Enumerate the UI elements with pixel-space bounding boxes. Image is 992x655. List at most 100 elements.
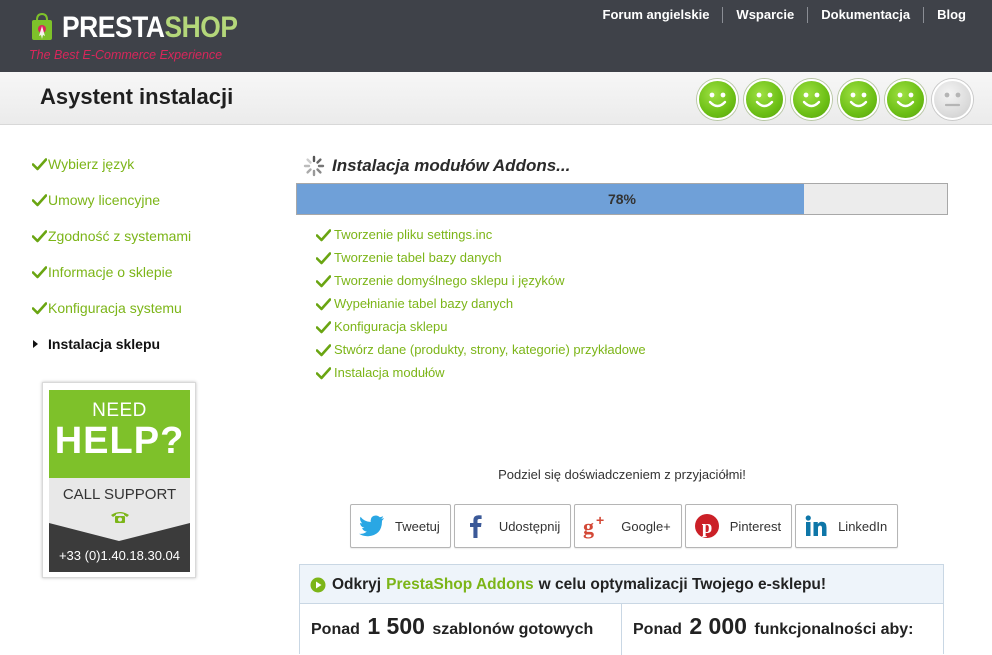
- nav-documentation[interactable]: Dokumentacja: [807, 7, 923, 23]
- task-item: Tworzenie pliku settings.inc: [316, 223, 646, 246]
- pinterest-icon: p: [694, 514, 719, 538]
- shopping-bag-icon: [32, 12, 52, 40]
- call-support-label: CALL SUPPORT: [62, 486, 177, 503]
- addons-promo-header: Odkryj PrestaShop Addons w celu optymali…: [310, 576, 826, 594]
- pinterest-label: Pinterest: [729, 518, 782, 534]
- checkmark-icon: [316, 366, 331, 379]
- step-item[interactable]: Konfiguracja systemu: [32, 290, 191, 326]
- twitter-icon: [359, 515, 384, 537]
- checkmark-icon: [32, 302, 47, 315]
- install-status-title: Instalacja modułów Addons...: [303, 155, 570, 177]
- step-label: Instalacja sklepu: [48, 336, 161, 352]
- nav-support[interactable]: Wsparcie: [722, 7, 807, 23]
- linkedin-icon: [805, 515, 827, 536]
- facebook-share-button[interactable]: Udostępnij: [453, 504, 572, 548]
- addons-templates-stat: Ponad 1 500 szablonów gotowych: [300, 604, 622, 655]
- step-item[interactable]: Wybierz język: [32, 146, 191, 182]
- page-title: Asystent instalacji: [40, 84, 234, 109]
- help-need-text: NEED: [92, 400, 147, 421]
- google-plus-label: Google+: [621, 518, 671, 534]
- chevron-divider: [49, 523, 190, 541]
- task-item: Instalacja modułów: [316, 361, 646, 384]
- step-item: Instalacja sklepu: [32, 326, 191, 362]
- checkmark-icon: [32, 194, 47, 207]
- addons-pre-text: Odkryj: [332, 576, 382, 593]
- checkmark-icon: [32, 158, 47, 171]
- install-status-text: Instalacja modułów Addons...: [332, 156, 571, 175]
- step-label: Konfiguracja systemu: [48, 300, 182, 316]
- task-label: Wypełnianie tabel bazy danych: [334, 296, 514, 311]
- facebook-icon: [469, 515, 482, 538]
- install-steps-nav: Wybierz język Umowy licencyjne Zgodność z …: [32, 146, 191, 362]
- help-title: HELP?: [54, 420, 185, 462]
- task-item: Stwórz dane (produkty, strony, kategorie…: [316, 338, 646, 361]
- task-item: Wypełnianie tabel bazy danych: [316, 292, 646, 315]
- step-item[interactable]: Umowy licencyjne: [32, 182, 191, 218]
- task-label: Instalacja modułów: [334, 365, 445, 380]
- checkmark-icon: [32, 266, 47, 279]
- top-nav: Forum angielskie Wsparcie Dokumentacja B…: [590, 7, 966, 23]
- happy-face-icon: [885, 79, 926, 120]
- help-box[interactable]: NEED HELP? CALL SUPPORT +33 (0)1.40.18.3…: [42, 382, 196, 578]
- nav-forum[interactable]: Forum angielskie: [590, 7, 723, 23]
- checkmark-icon: [316, 320, 331, 333]
- step-item[interactable]: Zgodność z systemami: [32, 218, 191, 254]
- tweet-label: Tweetuj: [395, 518, 440, 534]
- happy-face-icon: [697, 79, 738, 120]
- install-task-list: Tworzenie pliku settings.inc Tworzenie ta…: [316, 223, 646, 384]
- checkmark-icon: [316, 343, 331, 356]
- linkedin-label: LinkedIn: [838, 518, 888, 534]
- addons-post-text: w celu optymalizacji Twojego e-sklepu!: [538, 576, 827, 593]
- tweet-button[interactable]: Tweetuj: [350, 504, 451, 548]
- checkmark-icon: [316, 228, 331, 241]
- addons-link[interactable]: PrestaShop Addons: [386, 576, 534, 594]
- stat-post: szablonów gotowych: [432, 621, 594, 638]
- share-prompt: Podziel się doświadczeniem z przyjaciółm…: [498, 467, 746, 482]
- top-header: PRESTASHOP The Best E-Commerce Experienc…: [0, 0, 992, 72]
- task-item: Konfiguracja sklepu: [316, 315, 646, 338]
- stat-post: funkcjonalności aby:: [754, 621, 914, 638]
- loading-spinner-icon: [303, 155, 325, 177]
- help-banner: NEED HELP?: [49, 390, 190, 478]
- checkmark-icon: [316, 274, 331, 287]
- brand-tagline: The Best E-Commerce Experience: [29, 48, 223, 62]
- task-label: Konfiguracja sklepu: [334, 319, 448, 334]
- nav-blog[interactable]: Blog: [923, 7, 966, 23]
- svg-text:g: g: [583, 514, 594, 539]
- happy-face-icon: [838, 79, 879, 120]
- current-step-arrow-icon: [33, 340, 38, 348]
- play-circle-icon: [310, 577, 326, 593]
- progress-percent: 78%: [607, 191, 637, 207]
- step-label: Umowy licencyjne: [48, 192, 161, 208]
- stat-number: 1 500: [367, 613, 425, 639]
- step-progress-smileys: [697, 79, 973, 120]
- task-label: Stwórz dane (produkty, strony, kategorie…: [334, 342, 646, 357]
- task-item: Tworzenie tabel bazy danych: [316, 246, 646, 269]
- social-share-buttons: Tweetuj Udostępnij g + Google+ p Pinteres…: [350, 504, 899, 548]
- neutral-face-icon: [932, 79, 973, 120]
- addons-modules-stat: Ponad 2 000 funkcjonalności aby:: [622, 604, 943, 655]
- task-item: Tworzenie domyślnego sklepu i języków: [316, 269, 646, 292]
- brand-name: PRESTASHOP: [62, 11, 238, 44]
- google-plus-icon: g +: [583, 513, 604, 539]
- checkmark-icon: [32, 230, 47, 243]
- task-label: Tworzenie tabel bazy danych: [334, 250, 502, 265]
- telephone-icon: [111, 512, 129, 523]
- stat-pre: Ponad: [311, 621, 360, 638]
- pinterest-button[interactable]: p Pinterest: [684, 504, 793, 548]
- happy-face-icon: [744, 79, 785, 120]
- happy-face-icon: [791, 79, 832, 120]
- svg-text:p: p: [701, 517, 712, 538]
- facebook-share-label: Udostępnij: [498, 518, 561, 534]
- checkmark-icon: [316, 251, 331, 264]
- install-progress-bar: 78%: [296, 183, 948, 215]
- google-plus-button[interactable]: g + Google+: [574, 504, 682, 548]
- checkmark-icon: [316, 297, 331, 310]
- linkedin-button[interactable]: LinkedIn: [795, 504, 899, 548]
- step-item[interactable]: Informacje o sklepie: [32, 254, 191, 290]
- addons-promo-box: Odkryj PrestaShop Addons w celu optymali…: [299, 564, 944, 655]
- step-label: Zgodność z systemami: [48, 228, 192, 244]
- task-label: Tworzenie pliku settings.inc: [334, 227, 493, 242]
- prestashop-logo[interactable]: PRESTASHOP The Best E-Commerce Experienc…: [26, 10, 246, 66]
- step-label: Informacje o sklepie: [48, 264, 173, 280]
